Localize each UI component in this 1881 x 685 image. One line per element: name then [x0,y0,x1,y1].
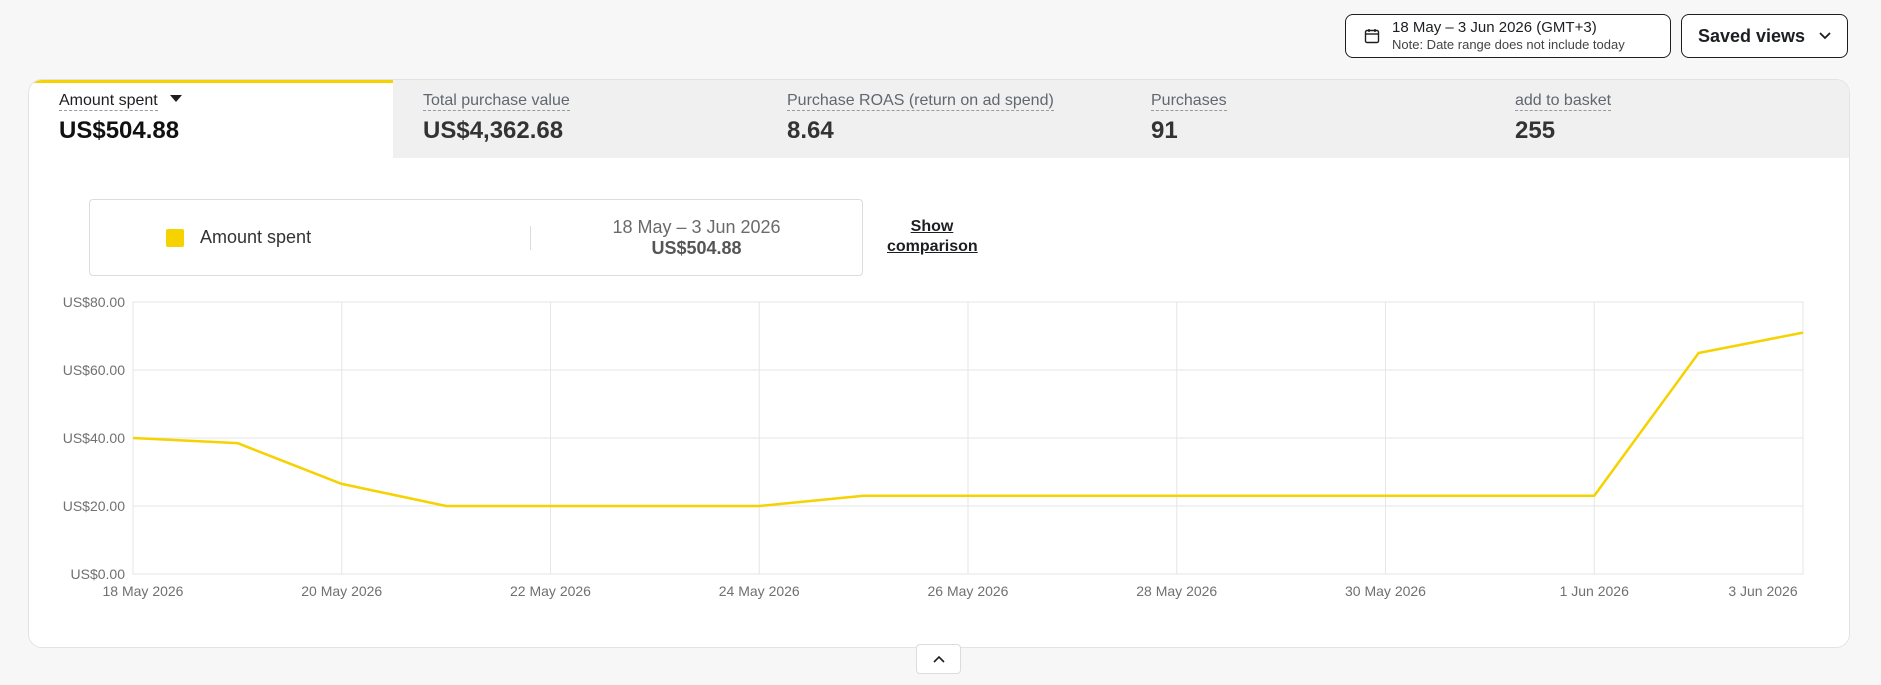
top-controls: 18 May – 3 Jun 2026 (GMT+3) Note: Date r… [1345,14,1848,58]
chevron-down-icon [1819,32,1831,40]
y-tick-label: US$80.00 [63,294,125,310]
saved-views-button[interactable]: Saved views [1681,14,1848,58]
chevron-up-icon [932,655,945,663]
y-tick-label: US$40.00 [63,430,125,446]
date-range-picker[interactable]: 18 May – 3 Jun 2026 (GMT+3) Note: Date r… [1345,14,1671,58]
x-tick-label: 1 Jun 2026 [1560,583,1629,599]
date-range-label: 18 May – 3 Jun 2026 (GMT+3) [1392,19,1597,36]
x-tick-label: 20 May 2026 [301,583,382,599]
x-tick-label: 30 May 2026 [1345,583,1426,599]
collapse-button[interactable] [916,644,961,674]
date-range-text: 18 May – 3 Jun 2026 (GMT+3) Note: Date r… [1392,19,1625,53]
x-tick-label: 3 Jun 2026 [1728,583,1797,599]
x-tick-label: 18 May 2026 [103,583,184,599]
y-tick-label: US$60.00 [63,362,125,378]
x-tick-label: 26 May 2026 [928,583,1009,599]
calendar-icon [1364,29,1380,44]
x-tick-label: 24 May 2026 [719,583,800,599]
date-range-note: Note: Date range does not include today [1392,37,1625,52]
x-tick-label: 28 May 2026 [1136,583,1217,599]
y-tick-label: US$0.00 [71,566,126,582]
line-chart: US$0.00 US$20.00 US$40.00 US$60.00 US$80.00 1… [63,294,1804,599]
performance-card: Amount spent US$504.88 Total purchase va… [28,79,1850,648]
saved-views-label: Saved views [1697,25,1806,46]
x-tick-label: 22 May 2026 [510,583,591,599]
y-tick-label: US$20.00 [63,498,125,514]
